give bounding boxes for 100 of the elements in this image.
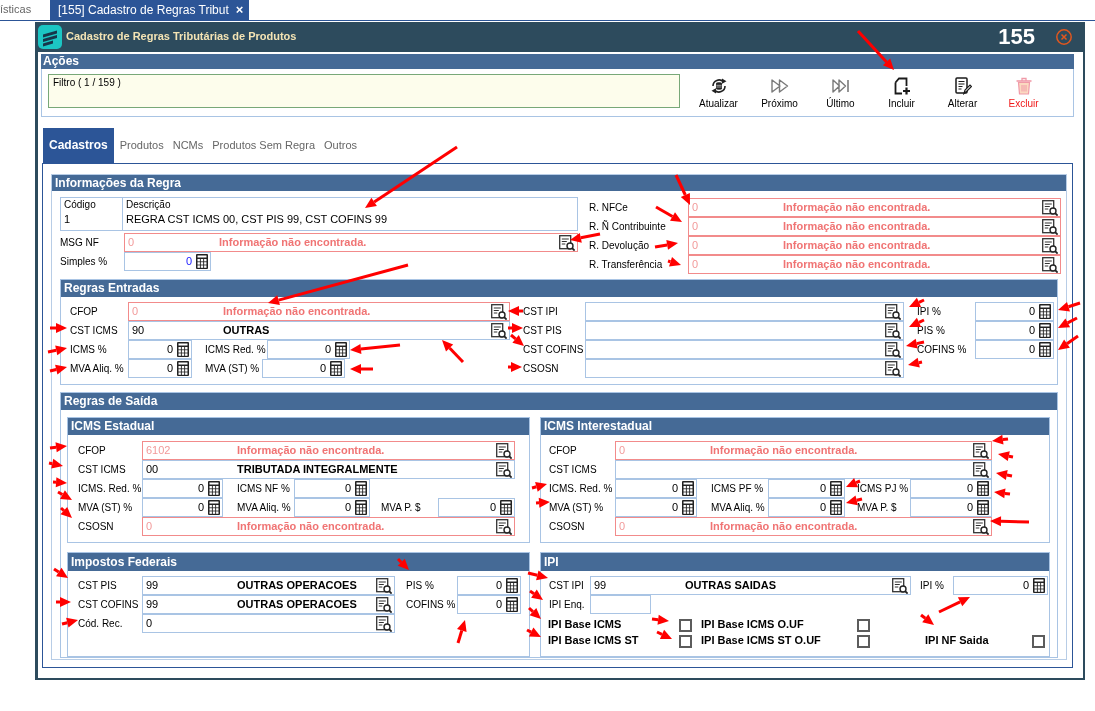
calculator-icon[interactable] bbox=[977, 500, 989, 515]
number-field[interactable]: 0 bbox=[294, 479, 370, 498]
lookup-icon[interactable] bbox=[1042, 256, 1058, 273]
tab[interactable]: Cadastros bbox=[43, 128, 114, 163]
refresh-button[interactable]: Atualizar bbox=[688, 73, 749, 116]
lookup-icon[interactable] bbox=[1042, 199, 1058, 216]
number-field[interactable]: 0 bbox=[142, 498, 223, 517]
calculator-icon[interactable] bbox=[177, 342, 189, 357]
calculator-icon[interactable] bbox=[682, 481, 694, 496]
lookup-icon[interactable] bbox=[973, 442, 989, 459]
close-button[interactable]: × bbox=[235, 2, 244, 18]
lookup-field[interactable] bbox=[585, 321, 904, 340]
number-field[interactable]: 0 bbox=[294, 498, 370, 517]
lookup-icon[interactable] bbox=[885, 322, 901, 339]
calculator-icon[interactable] bbox=[335, 342, 347, 357]
close-icon[interactable] bbox=[1056, 29, 1072, 45]
lookup-icon[interactable] bbox=[885, 303, 901, 320]
lookup-icon[interactable] bbox=[885, 341, 901, 358]
number-field[interactable]: 0 bbox=[975, 340, 1054, 359]
calculator-icon[interactable] bbox=[1039, 323, 1051, 338]
number-field[interactable]: 0 bbox=[975, 321, 1054, 340]
number-field[interactable]: 0 bbox=[128, 359, 192, 378]
calculator-icon[interactable] bbox=[506, 597, 518, 612]
delete-button[interactable]: Excluir bbox=[993, 73, 1054, 116]
number-field[interactable]: 0 bbox=[615, 498, 697, 517]
calculator-icon[interactable] bbox=[830, 500, 842, 515]
lookup-icon[interactable] bbox=[491, 322, 507, 339]
number-field[interactable]: 0 bbox=[262, 359, 345, 378]
checkbox[interactable] bbox=[857, 634, 870, 648]
calculator-icon[interactable] bbox=[1039, 342, 1051, 357]
lookup-icon[interactable] bbox=[496, 518, 512, 535]
calculator-icon[interactable] bbox=[208, 481, 220, 496]
lookup-icon[interactable] bbox=[376, 615, 392, 632]
lookup-icon[interactable] bbox=[892, 577, 908, 594]
lookup-field[interactable] bbox=[585, 340, 904, 359]
lookup-icon[interactable] bbox=[491, 303, 507, 320]
calculator-icon[interactable] bbox=[506, 578, 518, 593]
last-button[interactable]: Último bbox=[810, 73, 871, 116]
checkbox-label: IPI Base ICMS ST O.UF bbox=[701, 634, 821, 647]
calculator-icon[interactable] bbox=[1039, 304, 1051, 319]
calculator-icon[interactable] bbox=[682, 500, 694, 515]
lookup-field[interactable] bbox=[585, 359, 904, 378]
number-field[interactable]: 0 bbox=[768, 498, 845, 517]
lookup-field[interactable]: 90 OUTRAS bbox=[128, 321, 510, 340]
lookup-field[interactable]: 99 OUTRAS OPERACOES bbox=[142, 595, 395, 614]
number-field[interactable]: 0 bbox=[768, 479, 845, 498]
lookup-icon[interactable] bbox=[973, 461, 989, 478]
number-field[interactable]: 0 bbox=[457, 576, 521, 595]
checkbox[interactable] bbox=[679, 634, 692, 648]
calculator-icon[interactable] bbox=[355, 481, 367, 496]
lookup-icon[interactable] bbox=[1042, 218, 1058, 235]
calculator-icon[interactable] bbox=[330, 361, 342, 376]
tab[interactable]: NCMs bbox=[169, 128, 207, 163]
number-field[interactable]: 0 bbox=[457, 595, 521, 614]
calculator-icon[interactable] bbox=[1033, 578, 1045, 593]
calculator-icon[interactable] bbox=[977, 481, 989, 496]
number-field[interactable]: 0 bbox=[438, 498, 515, 517]
lookup-field[interactable]: 00 TRIBUTADA INTEGRALMENTE bbox=[142, 460, 515, 479]
text-field[interactable] bbox=[590, 595, 651, 614]
edit-button[interactable]: Alterar bbox=[932, 73, 993, 116]
lookup-field[interactable]: 99 OUTRAS OPERACOES bbox=[142, 576, 395, 595]
number-field[interactable]: 0 bbox=[124, 252, 211, 271]
lookup-icon[interactable] bbox=[376, 577, 392, 594]
filter-field[interactable]: Filtro ( 1 / 159 ) bbox=[48, 74, 680, 108]
add-button[interactable]: Incluir bbox=[871, 73, 932, 116]
number-field[interactable]: 0 bbox=[128, 340, 192, 359]
app-tab[interactable]: ísticas bbox=[0, 0, 50, 20]
lookup-icon[interactable] bbox=[496, 461, 512, 478]
field-label: MVA P. $ bbox=[381, 502, 421, 513]
checkbox[interactable] bbox=[857, 618, 870, 632]
calculator-icon[interactable] bbox=[830, 481, 842, 496]
tab[interactable]: Produtos bbox=[116, 128, 167, 163]
calculator-icon[interactable] bbox=[196, 254, 208, 269]
calculator-icon[interactable] bbox=[355, 500, 367, 515]
app-tab[interactable]: [155] Cadastro de Regras Tribut × bbox=[50, 0, 250, 20]
lookup-icon[interactable] bbox=[973, 518, 989, 535]
tab[interactable]: Produtos Sem Regra bbox=[209, 128, 318, 163]
lookup-field[interactable] bbox=[615, 460, 992, 479]
lookup-icon[interactable] bbox=[885, 360, 901, 377]
lookup-field[interactable]: 0 bbox=[142, 614, 395, 633]
number-field[interactable]: 0 bbox=[910, 498, 992, 517]
number-field[interactable]: 0 bbox=[953, 576, 1048, 595]
tab[interactable]: Outros bbox=[321, 128, 360, 163]
calculator-icon[interactable] bbox=[208, 500, 220, 515]
checkbox[interactable] bbox=[679, 618, 692, 632]
lookup-icon[interactable] bbox=[496, 442, 512, 459]
number-field[interactable]: 0 bbox=[910, 479, 992, 498]
next-button[interactable]: Próximo bbox=[749, 73, 810, 116]
number-field[interactable]: 0 bbox=[267, 340, 350, 359]
lookup-icon[interactable] bbox=[1042, 237, 1058, 254]
lookup-field[interactable] bbox=[585, 302, 904, 321]
calculator-icon[interactable] bbox=[500, 500, 512, 515]
lookup-field[interactable]: 99 OUTRAS SAIDAS bbox=[590, 576, 911, 595]
number-field[interactable]: 0 bbox=[142, 479, 223, 498]
checkbox[interactable] bbox=[1032, 634, 1045, 648]
number-field[interactable]: 0 bbox=[975, 302, 1054, 321]
calculator-icon[interactable] bbox=[177, 361, 189, 376]
number-field[interactable]: 0 bbox=[615, 479, 697, 498]
lookup-icon[interactable] bbox=[376, 596, 392, 613]
lookup-icon[interactable] bbox=[559, 234, 575, 251]
